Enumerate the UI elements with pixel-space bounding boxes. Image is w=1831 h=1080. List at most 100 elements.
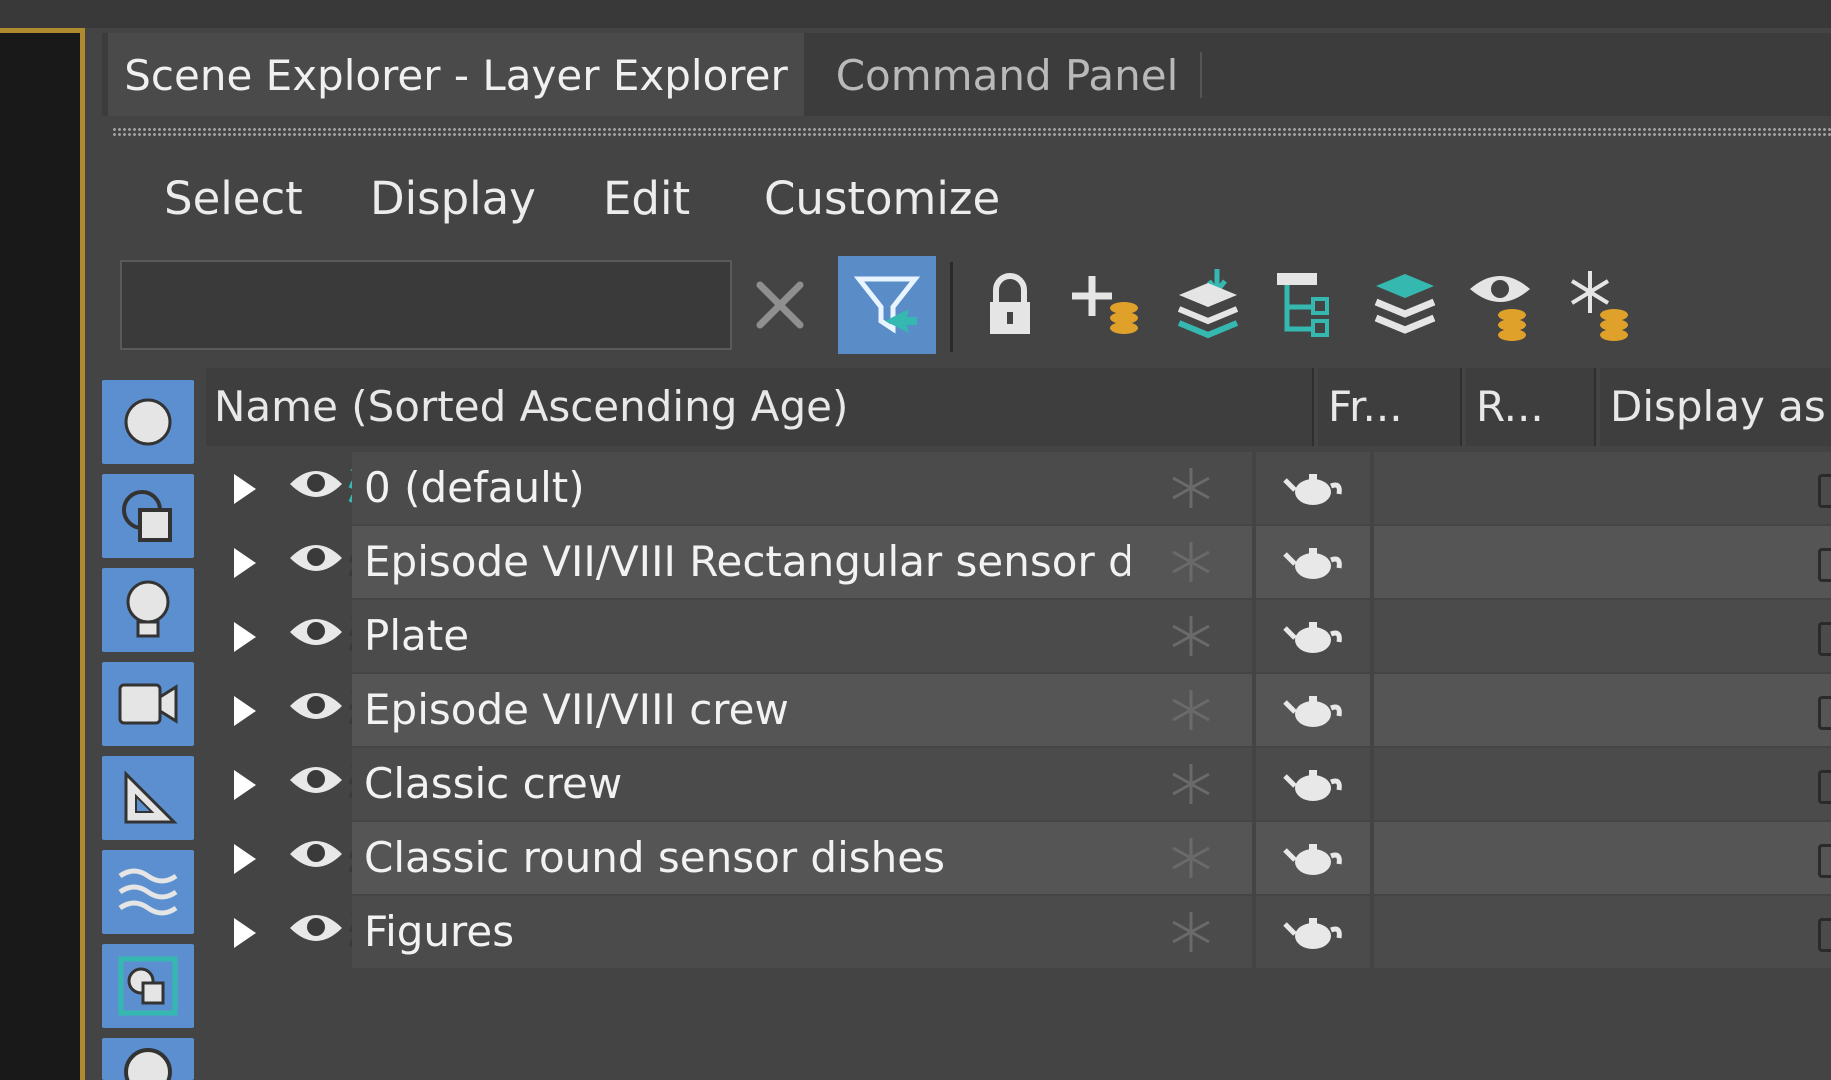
checkbox[interactable]	[1818, 548, 1831, 582]
layer-name[interactable]: Episode VII/VIII crew	[352, 674, 1130, 746]
display-as-box-cell[interactable]	[1374, 526, 1831, 598]
render-teapot-icon	[1283, 474, 1342, 505]
display-as-box-cell[interactable]	[1374, 748, 1831, 820]
table-row[interactable]: Figures	[206, 896, 1831, 968]
lights-filter-icon[interactable]	[102, 568, 194, 652]
add-layer-icon[interactable]	[1058, 255, 1158, 355]
visibility-eye-icon[interactable]	[286, 612, 346, 652]
expand-arrow-icon[interactable]	[230, 842, 260, 876]
menu-select[interactable]: Select	[164, 172, 303, 225]
tab-command-panel[interactable]: Command Panel	[812, 33, 1202, 116]
render-teapot-icon	[1283, 918, 1342, 949]
checkbox[interactable]	[1818, 918, 1831, 952]
visibility-eye-icon[interactable]	[286, 834, 346, 874]
checkbox[interactable]	[1818, 844, 1831, 878]
lock-icon[interactable]	[960, 255, 1060, 355]
checkbox[interactable]	[1818, 770, 1831, 804]
expand-arrow-icon[interactable]	[230, 546, 260, 580]
freeze-snowflake-icon	[1172, 838, 1210, 878]
column-header-render[interactable]: R...	[1466, 368, 1596, 446]
render-cell[interactable]	[1256, 674, 1370, 746]
menu-display[interactable]: Display	[370, 172, 536, 225]
visibility-eye-icon[interactable]	[286, 464, 346, 504]
clear-icon[interactable]	[730, 255, 830, 355]
layer-name[interactable]: Figures	[352, 896, 1130, 968]
layers-icon[interactable]	[1355, 255, 1455, 355]
display-as-box-cell[interactable]	[1374, 896, 1831, 968]
checkbox[interactable]	[1818, 474, 1831, 508]
freeze-cell[interactable]	[1130, 822, 1252, 894]
visibility-eye-icon[interactable]	[286, 908, 346, 948]
render-cell[interactable]	[1256, 822, 1370, 894]
layer-name[interactable]: 0 (default)	[352, 452, 1130, 524]
visibility-eye-icon[interactable]	[286, 760, 346, 800]
groups-filter-icon[interactable]	[102, 944, 194, 1028]
freeze-cell[interactable]	[1130, 452, 1252, 524]
expand-arrow-icon[interactable]	[230, 472, 260, 506]
table-row[interactable]: Classic crew	[206, 748, 1831, 820]
checkbox[interactable]	[1818, 622, 1831, 656]
expand-arrow-icon[interactable]	[230, 694, 260, 728]
expand-arrow-icon[interactable]	[230, 768, 260, 802]
column-header-name[interactable]: Name (Sorted Ascending Age)	[206, 368, 1314, 446]
display-as-box-cell[interactable]	[1374, 452, 1831, 524]
display-as-box-cell[interactable]	[1374, 674, 1831, 746]
visibility-layer-icon[interactable]	[1454, 255, 1554, 355]
display-as-box-cell[interactable]	[1374, 600, 1831, 672]
render-cell[interactable]	[1256, 748, 1370, 820]
render-cell[interactable]	[1256, 452, 1370, 524]
layer-name[interactable]: Plate	[352, 600, 1130, 672]
title-bar-strip	[0, 0, 1831, 28]
tab-scene-explorer[interactable]: Scene Explorer - Layer Explorer	[108, 33, 804, 116]
render-teapot-icon	[1283, 844, 1342, 875]
render-teapot-icon	[1283, 770, 1342, 801]
toolbar-separator	[950, 262, 953, 352]
geometry-filter-icon[interactable]	[102, 380, 194, 464]
freeze-cell[interactable]	[1130, 748, 1252, 820]
panel-grip[interactable]	[112, 127, 1831, 136]
bones-filter-icon[interactable]	[102, 1038, 194, 1080]
render-cell[interactable]	[1256, 526, 1370, 598]
viewport-active-border-top	[0, 28, 85, 33]
menu-customize[interactable]: Customize	[764, 172, 1000, 225]
freeze-cell[interactable]	[1130, 600, 1252, 672]
visibility-eye-icon[interactable]	[286, 686, 346, 726]
render-cell[interactable]	[1256, 600, 1370, 672]
render-cell[interactable]	[1256, 896, 1370, 968]
column-header-freeze[interactable]: Fr...	[1318, 368, 1462, 446]
shapes-filter-icon[interactable]	[102, 474, 194, 558]
visibility-eye-icon[interactable]	[286, 538, 346, 578]
table-row[interactable]: 0 (default)	[206, 452, 1831, 524]
helpers-filter-icon[interactable]	[102, 756, 194, 840]
freeze-cell[interactable]	[1130, 896, 1252, 968]
layer-name[interactable]: Episode VII/VIII Rectangular sensor dish…	[352, 526, 1243, 598]
filter-select-icon[interactable]	[838, 256, 936, 354]
expand-arrow-icon[interactable]	[230, 620, 260, 654]
freeze-cell[interactable]	[1130, 674, 1252, 746]
render-teapot-icon	[1283, 548, 1342, 579]
search-input[interactable]	[120, 260, 732, 350]
table-row[interactable]: Episode VII/VIII crew	[206, 674, 1831, 746]
freeze-snowflake-icon	[1172, 542, 1210, 582]
column-header-display-as-box[interactable]: Display as I	[1600, 368, 1831, 446]
freeze-layer-icon[interactable]	[1550, 255, 1650, 355]
freeze-snowflake-icon	[1172, 468, 1210, 508]
table-row[interactable]: Episode VII/VIII Rectangular sensor dish…	[206, 526, 1831, 598]
layer-hierarchy-icon[interactable]	[1256, 255, 1356, 355]
viewport-edge	[0, 28, 80, 1080]
freeze-cell[interactable]	[1130, 526, 1252, 598]
freeze-snowflake-icon	[1172, 690, 1210, 730]
cameras-filter-icon[interactable]	[102, 662, 194, 746]
freeze-snowflake-icon	[1172, 764, 1210, 804]
menu-edit[interactable]: Edit	[603, 172, 690, 225]
table-row[interactable]: Plate	[206, 600, 1831, 672]
checkbox[interactable]	[1818, 696, 1831, 730]
layer-name[interactable]: Classic crew	[352, 748, 1130, 820]
move-to-layer-icon[interactable]	[1158, 255, 1258, 355]
spacewarps-filter-icon[interactable]	[102, 850, 194, 934]
display-as-box-cell[interactable]	[1374, 822, 1831, 894]
expand-arrow-icon[interactable]	[230, 916, 260, 950]
tab-separator	[1200, 52, 1202, 98]
layer-name[interactable]: Classic round sensor dishes	[352, 822, 1130, 894]
table-row[interactable]: Classic round sensor dishes	[206, 822, 1831, 894]
